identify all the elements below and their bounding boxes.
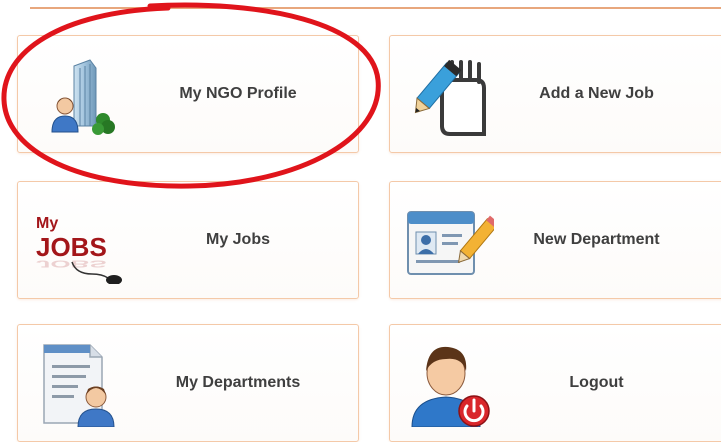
top-divider	[30, 7, 721, 9]
my-jobs-label: My Jobs	[205, 231, 270, 248]
svg-text:My: My	[36, 215, 58, 232]
new-department-label: New Department	[533, 231, 660, 248]
logout-label: Logout	[569, 374, 624, 391]
id-card-pencil-icon	[404, 194, 500, 284]
my-jobs-tile[interactable]: My JOBS JOBS My Jobs	[17, 181, 359, 299]
ngo-building-user-icon	[32, 48, 122, 138]
my-departments-tile[interactable]: My Departments	[17, 324, 359, 442]
my-departments-label: My Departments	[175, 374, 301, 391]
document-user-icon	[32, 337, 122, 428]
svg-text:JOBS: JOBS	[36, 258, 107, 270]
user-power-icon	[404, 337, 494, 428]
my-ngo-profile-tile[interactable]: My NGO Profile	[17, 35, 359, 153]
add-a-new-job-tile[interactable]: Add a New Job	[389, 35, 721, 153]
my-ngo-profile-label: My NGO Profile	[179, 85, 297, 102]
svg-text:JOBS: JOBS	[36, 232, 107, 262]
notepad-pencil-icon	[404, 48, 494, 138]
logout-tile[interactable]: Logout	[389, 324, 721, 442]
my-jobs-mouse-icon: My JOBS JOBS	[32, 194, 122, 285]
add-a-new-job-label: Add a New Job	[539, 85, 654, 102]
dashboard-page: My NGO Profile Add a New Job My JOBS JOB…	[0, 0, 721, 442]
new-department-tile[interactable]: New Department	[389, 181, 721, 299]
